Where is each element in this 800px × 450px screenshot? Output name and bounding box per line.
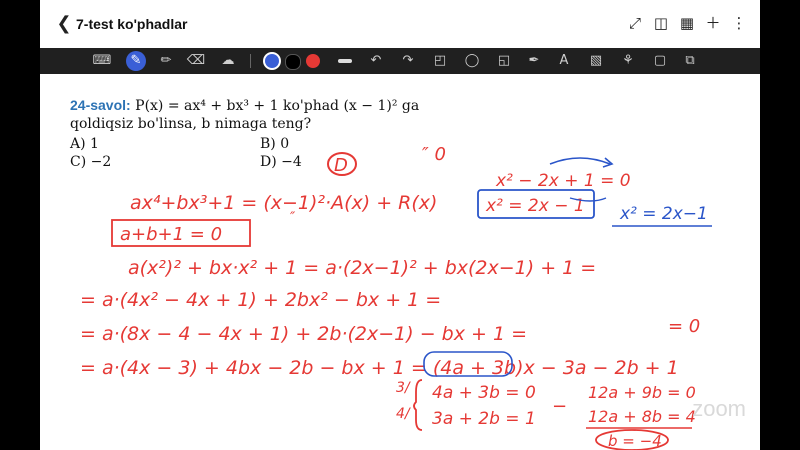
text-style-icon[interactable]: A — [554, 51, 574, 71]
highlighter-icon[interactable]: ✏ — [156, 51, 176, 71]
hw-blue-eq3: x² = 2x−1 — [619, 204, 708, 224]
layout-icon[interactable]: ▦ — [678, 12, 696, 34]
hw-sys2: 3a + 2b = 1 — [432, 409, 536, 429]
hw-line2: a+b+1 = 0 — [120, 224, 222, 245]
hw-res2: 12a + 8b = 4 — [588, 407, 696, 426]
page-title: 7-test ko'phadlar — [76, 16, 188, 32]
eraser-icon[interactable]: ⌫ — [186, 51, 206, 71]
hw-answer: b = −4 — [608, 432, 662, 450]
redo-icon[interactable]: ↷ — [398, 51, 418, 71]
copy-icon[interactable]: ⧉ — [680, 51, 700, 71]
color-red-swatch[interactable] — [306, 54, 320, 68]
book-icon[interactable]: ◫ — [652, 12, 670, 34]
expand-icon[interactable]: ⤢ — [626, 12, 644, 34]
hw-sys-coef1: 3/ — [396, 380, 411, 396]
watermark: zoom — [692, 396, 746, 421]
hw-line1-mark: ″ — [290, 210, 296, 226]
drawing-toolbar: ⌨ ✎ ✏ ⌫ ☁ ↶ ↷ ◰ ◯ ◱ ✒ A ▧ ⚘ ▢ ⧉ — [40, 48, 760, 74]
hw-line4: = a·(4x² − 4x + 1) + 2bx² − bx + 1 = — [80, 289, 441, 311]
hw-eq-zero: = 0 — [668, 316, 700, 337]
more-icon[interactable]: ⋮ — [730, 12, 748, 34]
line-thickness-icon[interactable] — [338, 59, 352, 63]
color-black-swatch[interactable] — [285, 54, 301, 70]
text-box-icon[interactable]: ▧ — [586, 51, 606, 71]
handwriting-layer: D ″ 0 x² − 2x + 1 = 0 x² = 2x − 1 x² = 2… — [80, 144, 712, 450]
color-blue-swatch[interactable] — [265, 54, 279, 68]
answer-mark: D — [334, 155, 348, 176]
keyboard-icon[interactable]: ⌨ — [92, 51, 112, 71]
marker-icon[interactable]: ✒ — [524, 51, 544, 71]
hw-line5: = a·(8x − 4 − 4x + 1) + 2b·(2x−1) − bx +… — [80, 323, 527, 345]
lasso-icon[interactable]: ☁ — [218, 51, 238, 71]
pen-icon[interactable]: ✎ — [126, 51, 146, 71]
hw-blue-eq2: x² = 2x − 1 — [485, 196, 585, 216]
system-brace — [413, 379, 423, 431]
hw-sys1: 4a + 3b = 0 — [432, 383, 536, 403]
blue-arrow-curve — [549, 157, 611, 165]
hw-sys-coef2: 4/ — [396, 406, 411, 422]
hw-res1: 12a + 9b = 0 — [588, 383, 696, 402]
hw-minus: − — [552, 396, 567, 417]
ruler-icon[interactable]: ◰ — [430, 51, 450, 71]
add-icon[interactable]: ＋ — [704, 12, 722, 34]
toolbar-divider — [250, 54, 251, 68]
top-bar: ❮ 7-test ko'phadlar ⤢ ◫ ▦ ＋ ⋮ — [40, 0, 760, 48]
zero-mark: ″ 0 — [422, 144, 446, 165]
hw-line1: ax⁴+bx³+1 = (x−1)²·A(x) + R(x) — [130, 192, 437, 214]
hw-line6: = a·(4x − 3) + 4bx − 2b − bx + 1 = (4a +… — [80, 357, 679, 379]
sticker-icon[interactable]: ⚘ — [618, 51, 638, 71]
image-icon[interactable]: ◱ — [494, 51, 514, 71]
back-icon[interactable]: ❮ — [54, 14, 74, 34]
note-canvas[interactable]: 24-savol: P(x) = ax⁴ + bx³ + 1 ko'phad (… — [40, 74, 760, 450]
hw-blue-eq1: x² − 2x + 1 = 0 — [495, 171, 631, 191]
notes-app: ❮ 7-test ko'phadlar ⤢ ◫ ▦ ＋ ⋮ ⌨ ✎ ✏ ⌫ ☁ … — [40, 0, 760, 450]
undo-icon[interactable]: ↶ — [366, 51, 386, 71]
page-icon[interactable]: ▢ — [650, 51, 670, 71]
top-actions: ⤢ ◫ ▦ ＋ ⋮ — [626, 12, 748, 34]
hw-line3: a(x²)² + bx·x² + 1 = a·(2x−1)² + bx(2x−1… — [128, 257, 596, 279]
shape-icon[interactable]: ◯ — [462, 51, 482, 71]
